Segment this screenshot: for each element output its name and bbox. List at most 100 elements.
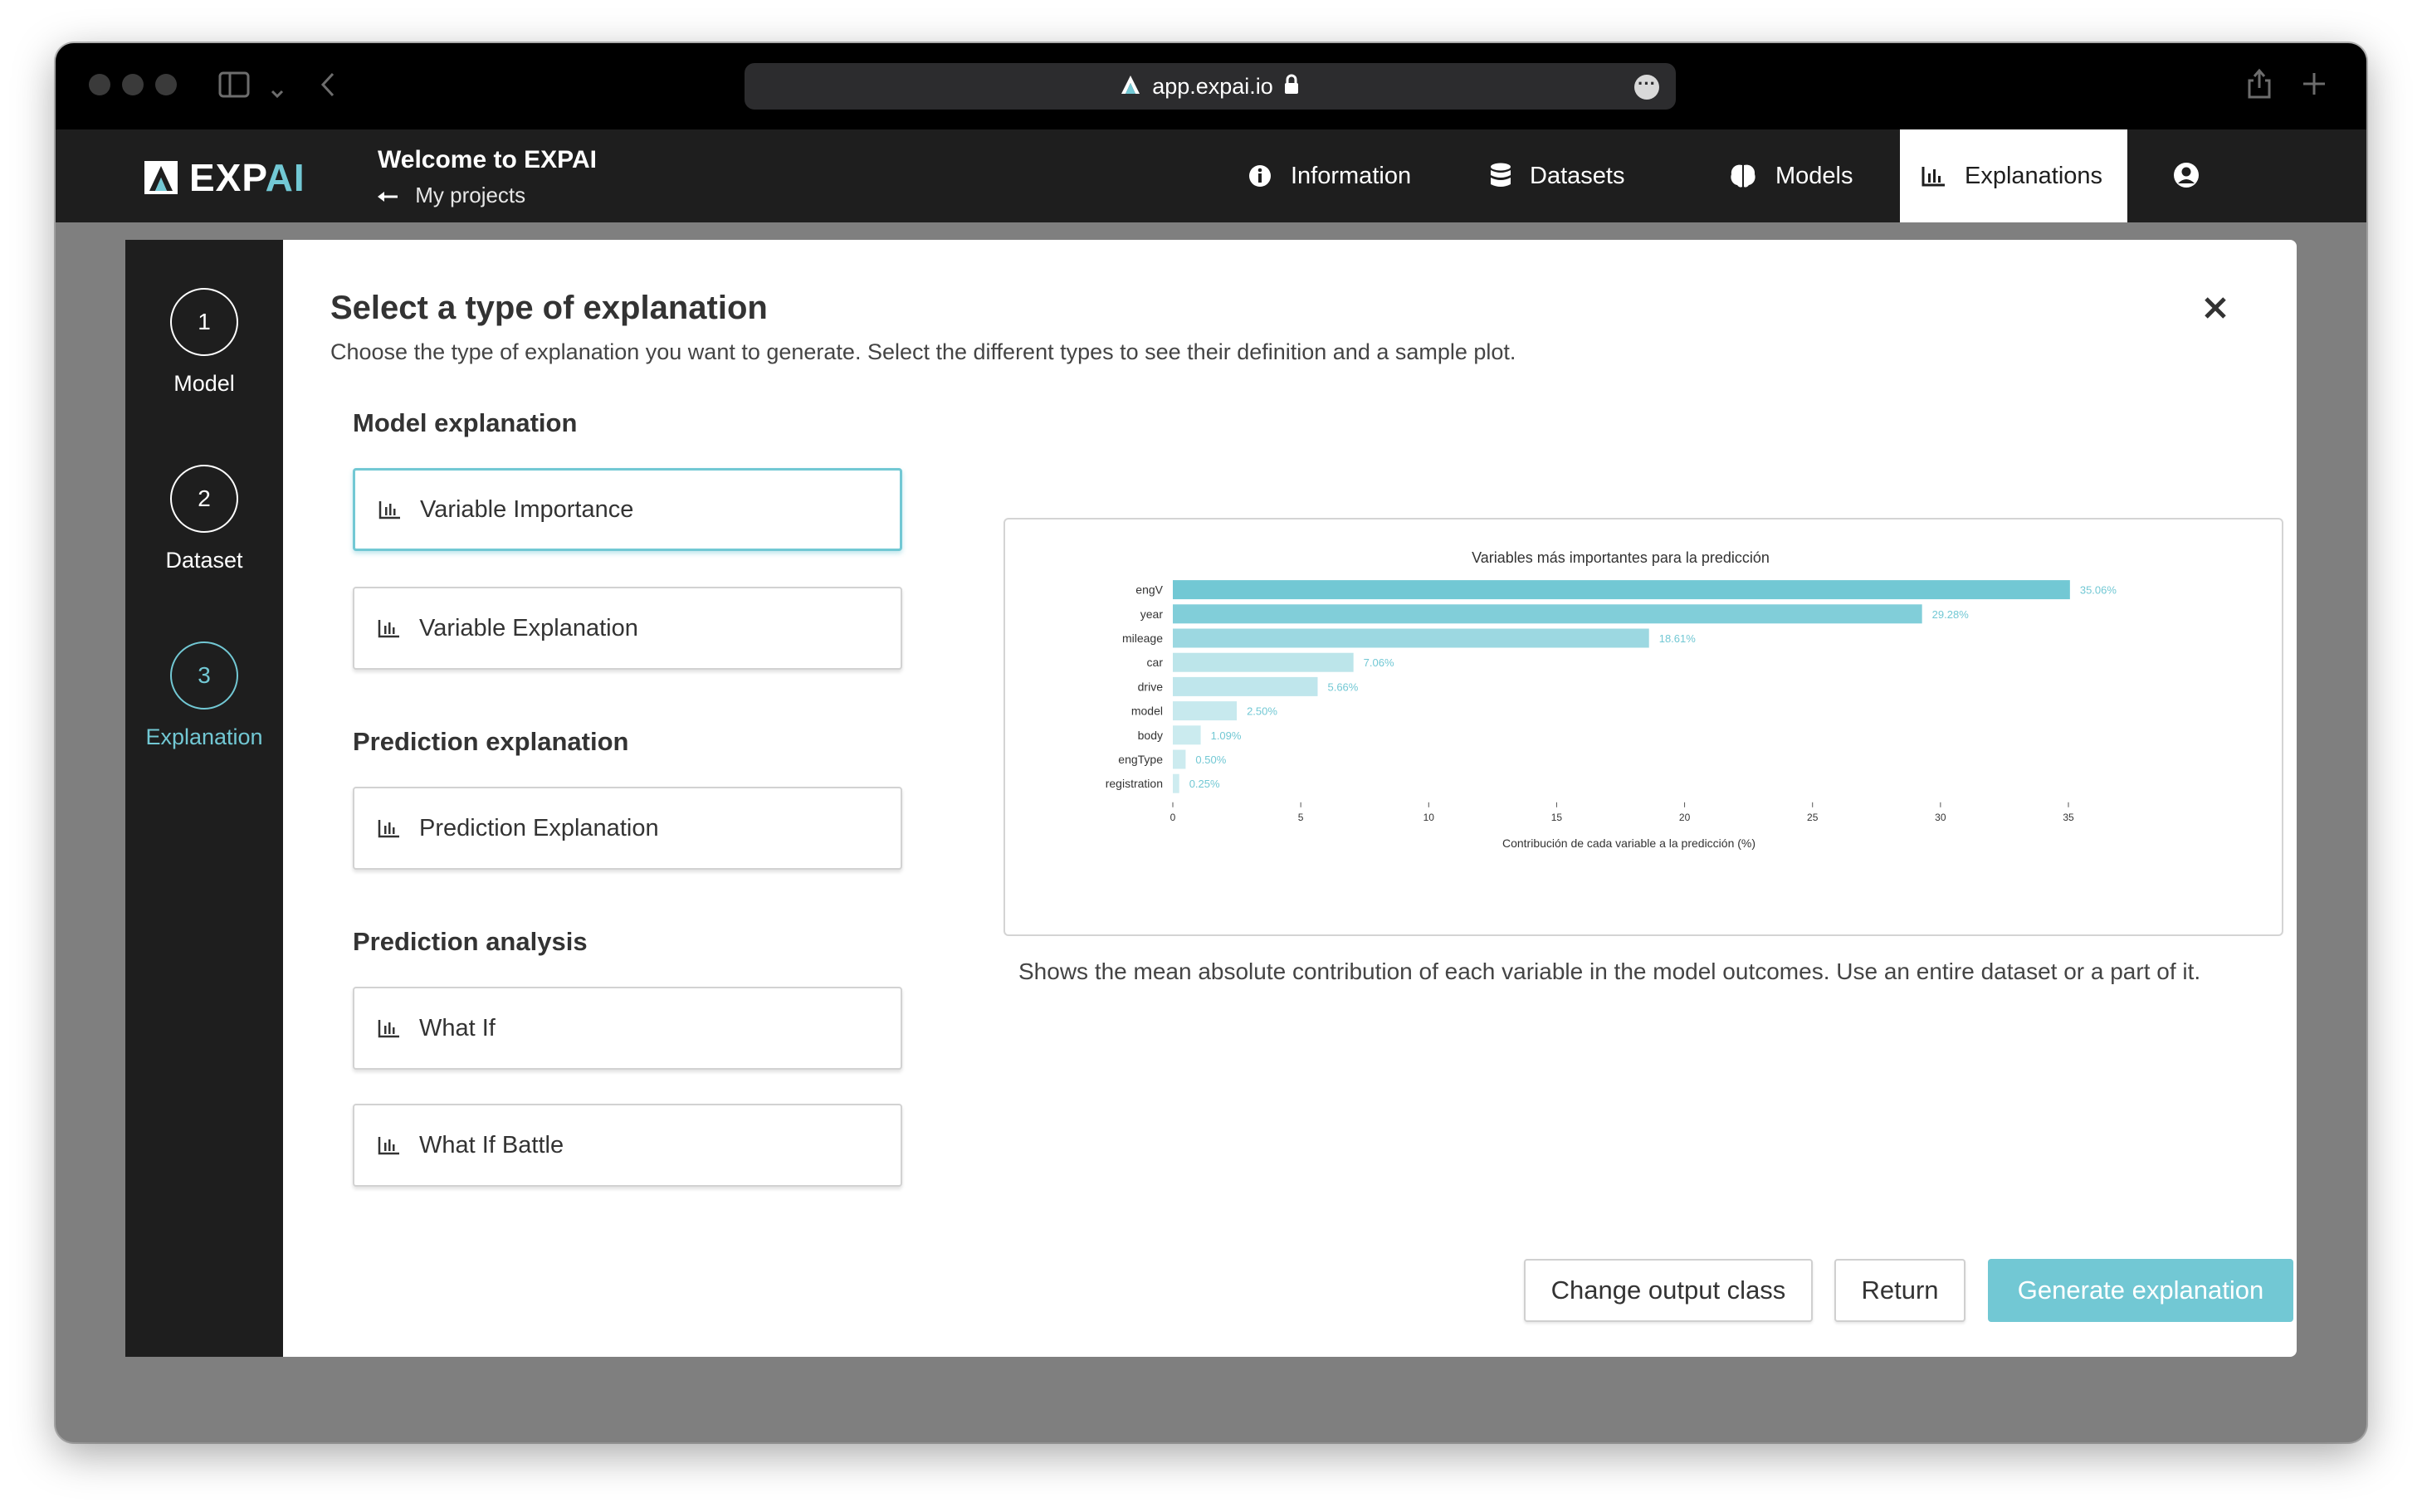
explanation-description: Shows the mean absolute contribution of … bbox=[1018, 958, 2201, 984]
more-options-icon[interactable]: ··· bbox=[1634, 75, 1659, 100]
site-logo-icon bbox=[1121, 65, 1140, 111]
nav-models[interactable]: Models bbox=[1729, 129, 1853, 222]
bar-chart-icon bbox=[378, 818, 401, 838]
back-icon[interactable] bbox=[320, 71, 336, 103]
bar-chart-icon bbox=[378, 1135, 401, 1155]
x-tick-label: 15 bbox=[1551, 812, 1563, 823]
browser-toolbar: app.expai.io ··· bbox=[56, 43, 2366, 129]
chart-bar bbox=[1173, 725, 1201, 745]
option-label: What If bbox=[419, 1014, 496, 1041]
step-label: Explanation bbox=[145, 724, 263, 749]
x-tick-label: 25 bbox=[1807, 812, 1819, 823]
x-tick-label: 5 bbox=[1298, 812, 1304, 823]
zoom-window-button[interactable] bbox=[155, 74, 177, 95]
option-label: Variable Importance bbox=[420, 495, 634, 523]
wizard-stepper: 1 Model 2 Dataset 3 Explanation bbox=[125, 240, 283, 1357]
option-label: Prediction Explanation bbox=[419, 814, 659, 841]
option-what-if-battle[interactable]: What If Battle bbox=[353, 1104, 902, 1187]
user-icon[interactable] bbox=[2172, 161, 2200, 193]
chart-bar bbox=[1173, 701, 1238, 721]
logo-wordmark: EXPAI bbox=[189, 156, 305, 199]
step-dataset[interactable]: 2 Dataset bbox=[125, 465, 283, 573]
generate-explanation-button[interactable]: Generate explanation bbox=[1988, 1259, 2293, 1322]
option-what-if[interactable]: What If bbox=[353, 987, 902, 1070]
nav-models-label: Models bbox=[1775, 162, 1853, 189]
database-icon bbox=[1490, 163, 1511, 189]
step-label: Dataset bbox=[165, 548, 243, 573]
bar-chart-icon bbox=[1921, 165, 1946, 187]
app-header: EXPAI Welcome to EXPAI My projects Infor… bbox=[56, 129, 2366, 222]
x-tick-label: 35 bbox=[2063, 812, 2074, 823]
close-icon[interactable] bbox=[2200, 293, 2230, 323]
step-number: 2 bbox=[170, 465, 238, 533]
section-title-model-explanation: Model explanation bbox=[353, 408, 578, 437]
sample-plot: Variables más importantes para la predic… bbox=[1003, 518, 2283, 936]
change-output-class-button[interactable]: Change output class bbox=[1524, 1259, 1813, 1322]
chart-bar bbox=[1173, 773, 1179, 793]
my-projects-link[interactable]: My projects bbox=[378, 183, 597, 208]
data-label: 0.50% bbox=[1195, 754, 1226, 766]
welcome-title: Welcome to EXPAI bbox=[378, 146, 597, 173]
chart-bar bbox=[1173, 628, 1649, 648]
bar-chart-icon bbox=[378, 1018, 401, 1038]
nav-information-label: Information bbox=[1291, 162, 1412, 189]
dialog-title: Select a type of explanation bbox=[330, 290, 768, 326]
bar-chart-icon bbox=[378, 500, 402, 519]
y-tick-label: registration bbox=[1106, 777, 1163, 790]
step-explanation[interactable]: 3 Explanation bbox=[125, 641, 283, 750]
nav-datasets[interactable]: Datasets bbox=[1490, 129, 1624, 222]
arrow-left-icon bbox=[378, 183, 403, 207]
option-variable-importance[interactable]: Variable Importance bbox=[353, 468, 902, 551]
close-window-button[interactable] bbox=[89, 74, 110, 95]
chart-bar bbox=[1173, 604, 1922, 624]
section-title-prediction-analysis: Prediction analysis bbox=[353, 927, 588, 956]
chart-bar bbox=[1173, 749, 1186, 769]
explanation-type-dialog: Select a type of explanation Choose the … bbox=[283, 240, 2297, 1357]
x-tick-label: 0 bbox=[1170, 812, 1176, 823]
new-tab-icon[interactable] bbox=[2302, 71, 2327, 101]
brain-icon bbox=[1729, 163, 1757, 189]
return-button[interactable]: Return bbox=[1834, 1259, 1965, 1322]
x-axis-label: Contribución de cada variable a la predi… bbox=[1502, 836, 1755, 850]
data-label: 1.09% bbox=[1211, 729, 1242, 742]
y-tick-label: drive bbox=[1138, 680, 1164, 693]
section-title-prediction-explanation: Prediction explanation bbox=[353, 727, 629, 756]
nav-datasets-label: Datasets bbox=[1530, 162, 1625, 189]
x-tick-label: 20 bbox=[1679, 812, 1691, 823]
x-tick-label: 30 bbox=[1935, 812, 1946, 823]
option-prediction-explanation[interactable]: Prediction Explanation bbox=[353, 787, 902, 870]
chart-title: Variables más importantes para la predic… bbox=[1472, 549, 1770, 566]
option-label: What If Battle bbox=[419, 1131, 564, 1158]
variable-importance-chart: Variables más importantes para la predic… bbox=[1106, 549, 2117, 850]
y-tick-label: model bbox=[1131, 705, 1163, 718]
data-label: 7.06% bbox=[1364, 656, 1394, 669]
welcome-block: Welcome to EXPAI My projects bbox=[378, 146, 597, 208]
dialog-subtitle: Choose the type of explanation you want … bbox=[330, 339, 1516, 364]
data-label: 29.28% bbox=[1932, 608, 1970, 621]
chart-bar bbox=[1173, 676, 1318, 696]
minimize-window-button[interactable] bbox=[122, 74, 144, 95]
y-tick-label: engType bbox=[1118, 753, 1163, 766]
data-label: 35.06% bbox=[2080, 584, 2117, 597]
url-text: app.expai.io bbox=[1152, 74, 1273, 99]
data-label: 18.61% bbox=[1659, 632, 1697, 645]
x-tick-label: 10 bbox=[1423, 812, 1435, 823]
nav-explanations[interactable]: Explanations bbox=[1900, 129, 2127, 222]
chart-bar bbox=[1173, 580, 2070, 600]
step-number: 3 bbox=[170, 641, 238, 710]
chevron-down-icon[interactable] bbox=[270, 76, 285, 105]
nav-information[interactable]: Information bbox=[1248, 129, 1411, 222]
option-label: Variable Explanation bbox=[419, 614, 638, 641]
share-icon[interactable] bbox=[2247, 68, 2272, 105]
address-bar[interactable]: app.expai.io ··· bbox=[745, 63, 1676, 110]
sidebar-toggle-icon[interactable] bbox=[218, 71, 250, 103]
expai-logo[interactable]: EXPAI bbox=[144, 156, 305, 199]
y-tick-label: body bbox=[1138, 729, 1163, 742]
option-variable-explanation[interactable]: Variable Explanation bbox=[353, 587, 902, 670]
y-tick-label: car bbox=[1147, 656, 1164, 669]
lock-icon bbox=[1283, 65, 1300, 111]
step-number: 1 bbox=[170, 288, 238, 356]
bar-chart-icon bbox=[378, 618, 401, 638]
step-model[interactable]: 1 Model bbox=[125, 288, 283, 397]
data-label: 0.25% bbox=[1189, 778, 1220, 790]
